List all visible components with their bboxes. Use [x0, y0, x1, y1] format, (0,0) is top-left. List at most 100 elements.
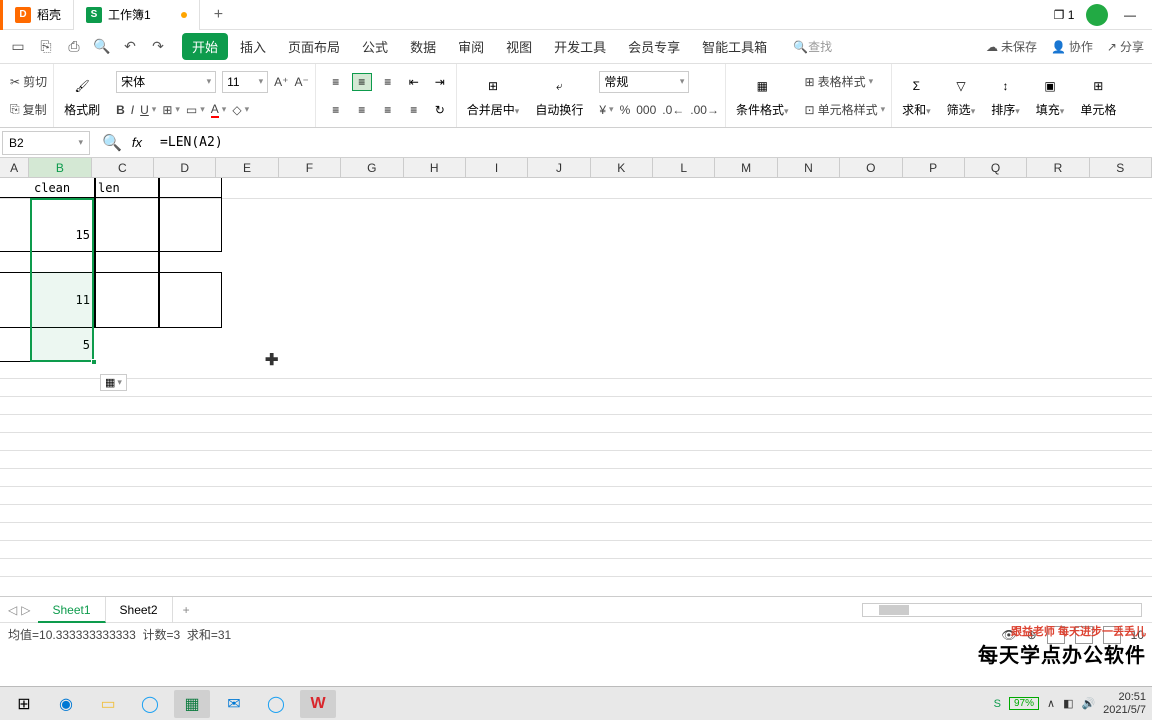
menu-member[interactable]: 会员专享 [618, 33, 690, 60]
unsaved-button[interactable]: ☁未保存 [986, 38, 1037, 55]
cell-b3[interactable]: 11 [30, 272, 94, 328]
col-header-r[interactable]: R [1027, 158, 1089, 177]
align-bottom-icon[interactable]: ≡ [378, 73, 398, 91]
task-mail-icon[interactable]: ✉ [216, 690, 252, 718]
minimize-button[interactable]: — [1118, 3, 1142, 27]
underline-button[interactable]: U▾ [140, 103, 156, 117]
task-wps-icon[interactable]: W [300, 690, 336, 718]
cond-format-button[interactable]: ▦ 条件格式▾ [730, 73, 795, 118]
open-icon[interactable]: ⎘ [36, 37, 56, 57]
battery-indicator[interactable]: 97% [1009, 697, 1039, 710]
fill-handle[interactable] [91, 359, 97, 365]
col-header-d[interactable]: D [154, 158, 216, 177]
col-header-o[interactable]: O [840, 158, 902, 177]
currency-icon[interactable]: ¥▾ [599, 103, 613, 117]
bold-button[interactable]: B [116, 103, 125, 117]
autofill-options-button[interactable]: ▦▾ [100, 374, 127, 391]
sheet-add-button[interactable]: + [173, 603, 200, 617]
fill-button[interactable]: ▣填充▾ [1030, 73, 1071, 118]
col-header-e[interactable]: E [216, 158, 278, 177]
tray-icon-1[interactable]: ∧ [1047, 697, 1055, 710]
merge-button[interactable]: ⊞ 合并居中▾ [461, 73, 526, 118]
share-button[interactable]: ↗分享 [1107, 38, 1144, 55]
font-size-select[interactable]: 11▾ [222, 71, 268, 93]
task-app1-icon[interactable]: ◯ [132, 690, 168, 718]
clock[interactable]: 20:512021/5/7 [1103, 691, 1146, 715]
table-style-button[interactable]: ⊞ 表格样式▾ [805, 73, 874, 90]
fx-icon[interactable]: fx [132, 135, 142, 150]
cut-button[interactable]: ✂ 剪切 [10, 73, 47, 90]
print-icon[interactable]: ⎙ [64, 37, 84, 57]
task-edge-icon[interactable]: ◉ [48, 690, 84, 718]
fill-color-button[interactable]: ▭▾ [186, 103, 205, 117]
save-icon[interactable]: ▭ [8, 37, 28, 57]
task-app2-icon[interactable]: ◯ [258, 690, 294, 718]
menu-smart[interactable]: 智能工具箱 [692, 33, 777, 60]
sheet-nav-next-icon[interactable]: ▷ [21, 603, 30, 617]
number-format-select[interactable]: 常规▾ [599, 71, 689, 93]
effects-button[interactable]: ◇▾ [232, 103, 249, 117]
align-top-icon[interactable]: ≡ [326, 73, 346, 91]
col-header-i[interactable]: I [466, 158, 528, 177]
preview-icon[interactable]: 🔍 [92, 37, 112, 57]
align-justify-icon[interactable]: ≡ [404, 101, 424, 119]
tab-docer[interactable]: D 稻壳 [0, 0, 74, 30]
font-color-button[interactable]: A▾ [211, 102, 227, 118]
comma-icon[interactable]: 000 [636, 103, 656, 117]
cell-style-button[interactable]: ⊡ 单元格样式▾ [805, 101, 886, 118]
col-header-k[interactable]: K [591, 158, 653, 177]
tab-add-button[interactable]: + [200, 6, 237, 24]
menu-dev[interactable]: 开发工具 [544, 33, 616, 60]
menu-start[interactable]: 开始 [182, 33, 228, 60]
zoom-out-icon[interactable]: 🔍 [102, 133, 122, 153]
col-header-p[interactable]: P [903, 158, 965, 177]
col-header-s[interactable]: S [1090, 158, 1152, 177]
task-explorer-icon[interactable]: ▭ [90, 690, 126, 718]
menu-data[interactable]: 数据 [400, 33, 446, 60]
redo-icon[interactable]: ↷ [148, 37, 168, 57]
cell-format-button[interactable]: ⊞单元格 [1074, 73, 1122, 118]
spreadsheet-grid[interactable]: A B C D E F G H I J K L M N O P Q R S cl… [0, 158, 1152, 596]
filter-button[interactable]: ▽筛选▾ [941, 73, 982, 118]
tray-icon-2[interactable]: ◧ [1063, 697, 1073, 710]
sheet-tab-1[interactable]: Sheet1 [38, 597, 105, 623]
menu-layout[interactable]: 页面布局 [278, 33, 350, 60]
tray-wps-icon[interactable]: S [994, 698, 1001, 710]
col-header-g[interactable]: G [341, 158, 403, 177]
col-header-m[interactable]: M [715, 158, 777, 177]
indent-decrease-icon[interactable]: ⇤ [404, 73, 424, 91]
menu-view[interactable]: 视图 [496, 33, 542, 60]
cell-b4[interactable]: 5 [30, 328, 94, 362]
align-center-icon[interactable]: ≡ [352, 101, 372, 119]
percent-icon[interactable]: % [620, 103, 631, 117]
font-shrink-icon[interactable]: A⁻ [294, 75, 308, 89]
font-grow-icon[interactable]: A⁺ [274, 75, 288, 89]
menu-formula[interactable]: 公式 [352, 33, 398, 60]
decimal-inc-icon[interactable]: .0← [662, 103, 684, 117]
avatar[interactable] [1086, 4, 1108, 26]
sheet-nav-prev-icon[interactable]: ◁ [8, 603, 17, 617]
italic-button[interactable]: I [131, 103, 134, 117]
task-excel-icon[interactable]: ▦ [174, 690, 210, 718]
orientation-icon[interactable]: ↻ [430, 101, 450, 119]
align-right-icon[interactable]: ≡ [378, 101, 398, 119]
cell-c1[interactable]: len [94, 178, 158, 198]
undo-icon[interactable]: ↶ [120, 37, 140, 57]
decimal-dec-icon[interactable]: .00→ [690, 103, 719, 117]
formula-input[interactable]: =LEN(A2) [152, 135, 223, 150]
start-button[interactable]: ⊞ [6, 690, 42, 718]
border-button[interactable]: ⊞▾ [162, 103, 180, 117]
col-header-q[interactable]: Q [965, 158, 1027, 177]
align-left-icon[interactable]: ≡ [326, 101, 346, 119]
sort-button[interactable]: ↕排序▾ [985, 73, 1026, 118]
col-header-n[interactable]: N [778, 158, 840, 177]
copy-button[interactable]: ⎘ 复制 [10, 101, 47, 118]
font-select[interactable]: 宋体▾ [116, 71, 216, 93]
tray-volume-icon[interactable]: 🔊 [1081, 697, 1095, 710]
col-header-f[interactable]: F [279, 158, 341, 177]
wrap-button[interactable]: ⤶ 自动换行 [529, 73, 589, 118]
name-box[interactable]: B2▾ [2, 131, 90, 155]
format-brush-button[interactable]: 🖌 格式刷 [58, 73, 106, 118]
cell-b2[interactable]: 15 [30, 198, 94, 272]
col-header-a[interactable]: A [0, 158, 29, 177]
